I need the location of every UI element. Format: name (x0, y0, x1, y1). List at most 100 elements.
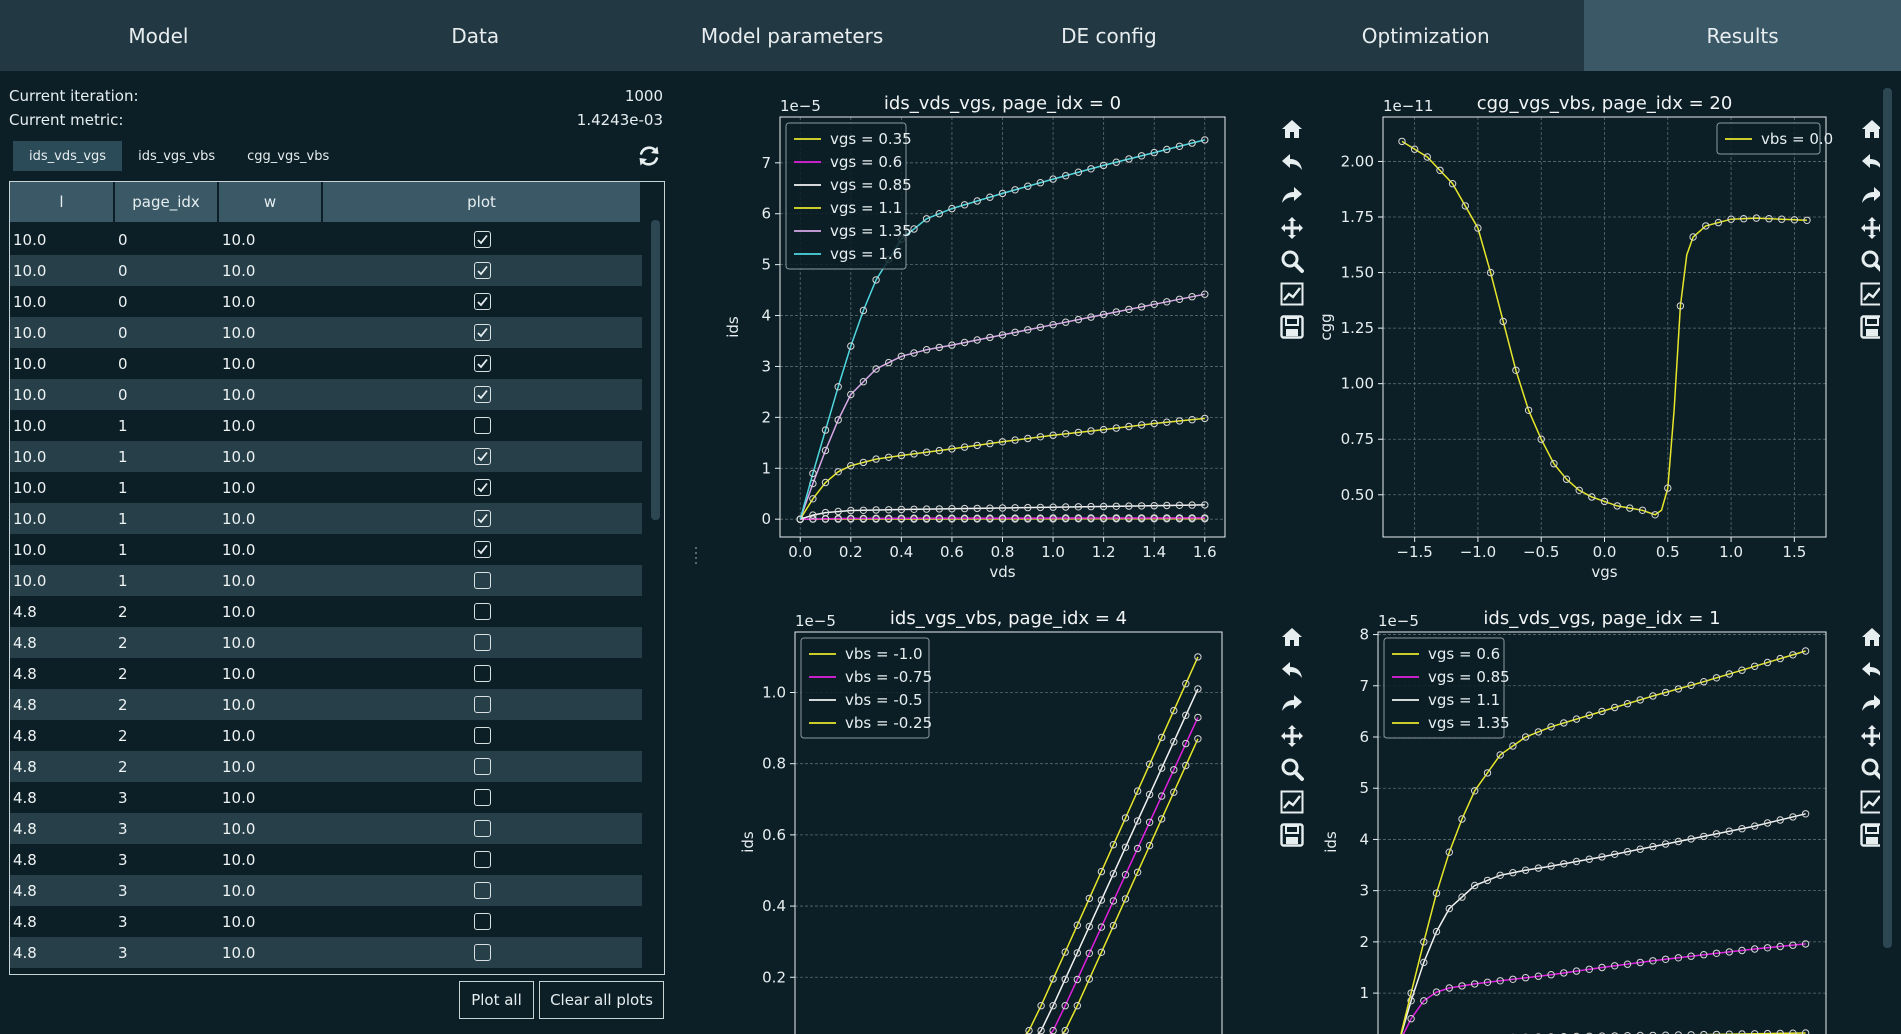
plot-checkbox-checked[interactable] (474, 386, 491, 403)
y-tick-label: 7 (1359, 677, 1369, 695)
tab-results[interactable]: Results (1584, 0, 1901, 71)
cell-l: 10.0 (13, 540, 47, 559)
cell-l: 10.0 (13, 416, 47, 435)
table-row[interactable]: 10.0 1 10.0 (10, 503, 642, 534)
table-row[interactable]: 10.0 0 10.0 (10, 379, 642, 410)
checkmark-icon (477, 327, 488, 338)
cell-l: 4.8 (13, 695, 37, 714)
table-row[interactable]: 10.0 1 10.0 (10, 472, 642, 503)
back-icon[interactable] (1862, 154, 1880, 170)
x-tick-label: 0.8 (991, 543, 1015, 561)
plot-checkbox[interactable] (474, 665, 491, 682)
plot-checkbox[interactable] (474, 634, 491, 651)
back-icon[interactable] (1862, 662, 1880, 678)
table-row[interactable]: 10.0 0 10.0 (10, 317, 642, 348)
tab-de-config[interactable]: DE config (950, 0, 1267, 71)
refresh-icon[interactable] (636, 143, 662, 169)
plot-checkbox[interactable] (474, 944, 491, 961)
table-row[interactable]: 4.8 2 10.0 (10, 751, 642, 782)
offset-text: 1e−5 (795, 612, 836, 630)
home-icon[interactable] (1862, 628, 1880, 646)
tab-data[interactable]: Data (317, 0, 634, 71)
table-row[interactable]: 10.0 0 10.0 (10, 348, 642, 379)
plot-checkbox[interactable] (474, 851, 491, 868)
subtab-cgg-vgs-vbs[interactable]: cgg_vgs_vbs (231, 141, 345, 171)
pan-icon[interactable] (1861, 217, 1880, 239)
clear-all-plots-button[interactable]: Clear all plots (539, 981, 664, 1019)
y-tick-label: 0.4 (762, 897, 786, 915)
table-row[interactable]: 4.8 2 10.0 (10, 720, 642, 751)
plot-checkbox-checked[interactable] (474, 510, 491, 527)
table-row[interactable]: 10.0 0 10.0 (10, 224, 642, 255)
plot-checkbox-checked[interactable] (474, 541, 491, 558)
save-icon[interactable] (1860, 823, 1881, 847)
column-header-w[interactable]: w (219, 182, 323, 222)
cell-plot (323, 286, 642, 317)
plot-checkbox[interactable] (474, 696, 491, 713)
plot-ids-vds-vgs-page-1[interactable]: 0123456781e−5ids_vds_vgs, page_idx = 1id… (1280, 595, 1880, 1034)
cell-page-idx: 2 (118, 757, 128, 776)
plot-checkbox-checked[interactable] (474, 293, 491, 310)
plot-checkbox[interactable] (474, 882, 491, 899)
cell-page-idx: 3 (118, 819, 128, 838)
y-tick-label: 3 (761, 357, 771, 375)
plot-checkbox[interactable] (474, 789, 491, 806)
subtab-ids-vds-vgs[interactable]: ids_vds_vgs (13, 141, 123, 171)
tab-optimization[interactable]: Optimization (1267, 0, 1584, 71)
plot-checkbox-checked[interactable] (474, 448, 491, 465)
subtab-ids-vgs-vbs[interactable]: ids_vgs_vbs (122, 141, 231, 171)
table-scrollbar[interactable] (651, 220, 660, 520)
subplots-icon[interactable] (1860, 282, 1881, 306)
forward-icon[interactable] (1862, 695, 1880, 711)
plot-checkbox[interactable] (474, 913, 491, 930)
table-row[interactable]: 4.8 2 10.0 (10, 627, 642, 658)
plot-checkbox-checked[interactable] (474, 324, 491, 341)
splitter-handle[interactable] (694, 545, 698, 567)
column-header-l[interactable]: l (10, 182, 115, 222)
table-row[interactable]: 4.8 2 10.0 (10, 689, 642, 720)
plot-checkbox-checked[interactable] (474, 231, 491, 248)
plot-ids-vgs-vbs-page-4[interactable]: 0.00.20.40.60.81.01e−5ids_vgs_vbs, page_… (700, 595, 1320, 1034)
cell-plot (323, 627, 642, 658)
plot-checkbox[interactable] (474, 727, 491, 744)
table-row[interactable]: 10.0 1 10.0 (10, 410, 642, 441)
plot-checkbox[interactable] (474, 572, 491, 589)
table-row[interactable]: 4.8 3 10.0 (10, 782, 642, 813)
plots-scrollbar[interactable] (1883, 88, 1892, 948)
table-row[interactable]: 10.0 0 10.0 (10, 286, 642, 317)
cell-plot (323, 937, 642, 968)
table-row[interactable]: 10.0 1 10.0 (10, 441, 642, 472)
save-icon[interactable] (1860, 315, 1881, 339)
table-row[interactable]: 10.0 1 10.0 (10, 534, 642, 565)
tab-model-parameters[interactable]: Model parameters (634, 0, 951, 71)
plot-ids-vds-vgs-page-0[interactable]: 0.0 0.2 0.4 0.6 0.8 1.0 1.2 1.4 1.6 0 1 2 3 4 5 6 7 1e−5 i… (700, 90, 1320, 590)
table-row[interactable]: 4.8 2 10.0 (10, 596, 642, 627)
zoom-icon[interactable] (1861, 250, 1880, 272)
pan-icon[interactable] (1861, 725, 1880, 747)
plot-checkbox[interactable] (474, 758, 491, 775)
plot-checkbox-checked[interactable] (474, 479, 491, 496)
table-row[interactable]: 4.8 3 10.0 (10, 844, 642, 875)
table-row[interactable]: 4.8 3 10.0 (10, 875, 642, 906)
forward-icon[interactable] (1862, 187, 1880, 203)
plot-checkbox-checked[interactable] (474, 355, 491, 372)
table-row[interactable]: 10.0 0 10.0 (10, 255, 642, 286)
subplots-icon[interactable] (1860, 790, 1881, 814)
home-icon[interactable] (1862, 120, 1880, 138)
plot-checkbox[interactable] (474, 417, 491, 434)
plot-cgg-vgs-vbs-page-20[interactable]: −1.5 −1.0 −0.5 0.0 0.5 1.0 1.5 0.50 0.75 1.00 1.25… (1280, 90, 1880, 590)
y-tick-label: 8 (1359, 626, 1369, 644)
zoom-icon[interactable] (1861, 758, 1880, 780)
column-header-plot[interactable]: plot (323, 182, 642, 222)
table-row[interactable]: 4.8 2 10.0 (10, 658, 642, 689)
plot-checkbox-checked[interactable] (474, 262, 491, 279)
column-header-page-idx[interactable]: page_idx (115, 182, 219, 222)
plot-checkbox[interactable] (474, 820, 491, 837)
table-row[interactable]: 4.8 3 10.0 (10, 813, 642, 844)
plot-all-button[interactable]: Plot all (459, 981, 534, 1019)
table-row[interactable]: 10.0 1 10.0 (10, 565, 642, 596)
table-row[interactable]: 4.8 3 10.0 (10, 937, 642, 968)
table-row[interactable]: 4.8 3 10.0 (10, 906, 642, 937)
tab-model[interactable]: Model (0, 0, 317, 71)
plot-checkbox[interactable] (474, 603, 491, 620)
